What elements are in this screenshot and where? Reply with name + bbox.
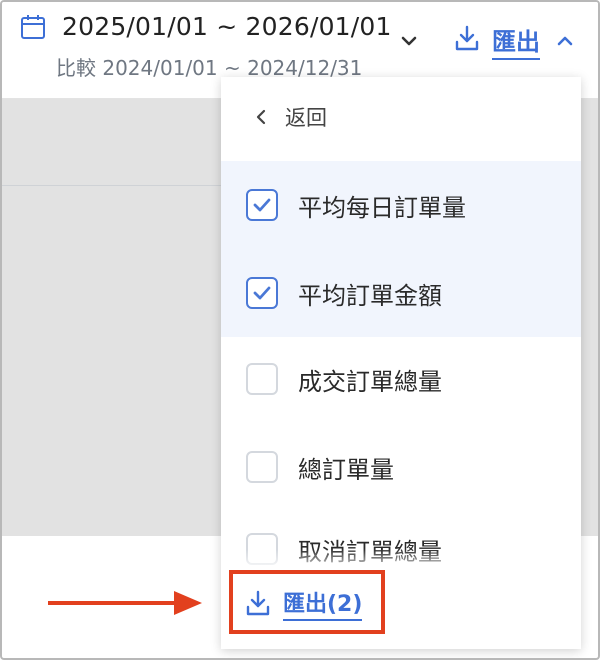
arrow-right-icon (48, 591, 202, 615)
option-label: 平均每日訂單量 (298, 193, 466, 222)
download-icon (455, 25, 479, 51)
check-icon (253, 286, 271, 300)
back-label: 返回 (285, 106, 327, 130)
checkbox[interactable] (246, 451, 278, 483)
option-label: 成交訂單總量 (298, 367, 442, 396)
chevron-up-icon (557, 36, 573, 46)
app-frame: 2025/01/01 ~ 2026/01/01 比較 2024/01/01 ~ … (0, 0, 600, 660)
option-label: 總訂單量 (298, 455, 394, 484)
option-avg-daily-orders[interactable]: 平均每日訂單量 (221, 161, 581, 249)
header-export-button[interactable]: 匯出 (454, 24, 574, 66)
checkbox[interactable] (246, 277, 278, 309)
check-icon (253, 198, 271, 212)
option-total-orders[interactable]: 總訂單量 (221, 423, 581, 511)
option-label: 平均訂單金額 (298, 281, 442, 310)
chevron-left-icon (256, 109, 266, 125)
header-export-label: 匯出 (492, 22, 540, 60)
checkbox[interactable] (246, 363, 278, 395)
date-range-label[interactable]: 2025/01/01 ~ 2026/01/01 (62, 12, 392, 41)
highlight-box (229, 570, 385, 634)
divider (2, 185, 222, 186)
checkbox[interactable] (246, 189, 278, 221)
back-button[interactable]: 返回 (221, 77, 581, 157)
export-dropdown: 返回 平均每日訂單量 平均訂單金額 成交訂單總量 總訂單量 匯出(2) (221, 77, 581, 649)
option-avg-order-amount[interactable]: 平均訂單金額 (221, 249, 581, 337)
chevron-down-icon[interactable] (400, 34, 418, 48)
option-completed-orders-total[interactable]: 成交訂單總量 (221, 335, 581, 423)
calendar-icon[interactable] (20, 14, 46, 40)
